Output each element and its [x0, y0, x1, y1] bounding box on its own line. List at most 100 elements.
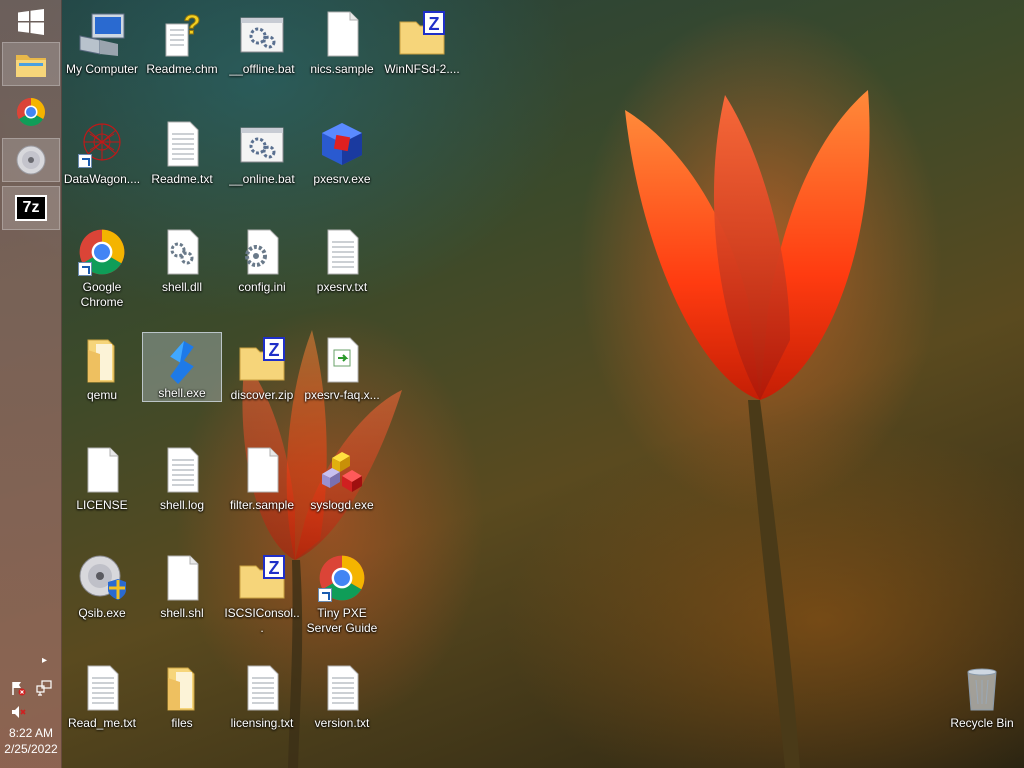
text-file-icon — [327, 665, 359, 711]
desktop-icon-shell-shl[interactable]: shell.shl — [142, 548, 222, 652]
desktop-icon-label: Tiny PXE Server Guide — [306, 606, 378, 635]
desktop-icon-label: Google Chrome — [80, 280, 124, 309]
desktop-icon-label: qemu — [86, 388, 118, 402]
recycle-bin-icon — [967, 668, 997, 711]
desktop-icon-license[interactable]: LICENSE — [62, 440, 142, 544]
zip-letter: Z — [269, 558, 280, 578]
desktop-icon-version-txt[interactable]: version.txt — [302, 658, 382, 762]
desktop-icon-pxesrv-txt[interactable]: pxesrv.txt — [302, 222, 382, 326]
desktop-icon-label: pxesrv-faq.x... — [304, 388, 380, 402]
windows-logo-icon — [18, 9, 44, 35]
desktop-icon-label: syslogd.exe — [310, 498, 374, 512]
disc-shield-icon — [79, 555, 126, 600]
settings-file-icon — [245, 229, 279, 275]
desktop-icon-label: __online.bat — [229, 172, 295, 186]
zip-letter: Z — [269, 340, 280, 360]
desktop-icon-config-ini[interactable]: config.ini — [222, 222, 302, 326]
desktop-icon-label: version.txt — [314, 716, 370, 730]
desktop-icon-my-computer[interactable]: My Computer — [62, 4, 142, 108]
desktop-icon-label: filter.sample — [229, 498, 295, 512]
desktop-icon-label: pxesrv.txt — [316, 280, 368, 294]
desktop-icon-files[interactable]: files — [142, 658, 222, 762]
desktop-icon-pxesrv-faq[interactable]: pxesrv-faq.x... — [302, 330, 382, 434]
text-file-icon — [327, 229, 359, 275]
tray-icons-row-1 — [10, 680, 52, 696]
desktop-icon-qemu[interactable]: qemu — [62, 330, 142, 434]
desktop-icon-offline-bat[interactable]: __offline.bat — [222, 4, 302, 108]
cube-app-icon — [322, 123, 362, 165]
taskbar: 7z ▸ 8:22 AM 2/25/2022 — [0, 0, 62, 768]
desktop-icon-google-chrome[interactable]: Google Chrome — [62, 222, 142, 326]
desktop-icon-label: Read_me.txt — [67, 716, 137, 730]
desktop-icon-label: My Computer — [65, 62, 139, 76]
blocks-app-icon — [322, 452, 362, 492]
zip-folder-icon: Z — [399, 11, 445, 55]
help-file-icon: ? — [165, 10, 201, 57]
batch-file-icon — [240, 127, 284, 163]
text-file-icon — [167, 121, 199, 167]
desktop-icon-discover-zip[interactable]: Z discover.zip — [222, 330, 302, 434]
desktop-icon-label: config.ini — [238, 280, 286, 294]
shortcut-arrow-icon — [78, 262, 92, 276]
desktop-icon-nics-sample[interactable]: nics.sample — [302, 4, 382, 108]
desktop-icon-tiny-pxe-guide[interactable]: Tiny PXE Server Guide — [302, 548, 382, 652]
taskbar-file-explorer[interactable] — [2, 42, 60, 86]
tray-expand-arrow[interactable]: ▸ — [42, 655, 47, 666]
desktop-icon-recycle-bin[interactable]: Recycle Bin — [942, 658, 1022, 762]
desktop-icon-syslogd-exe[interactable]: syslogd.exe — [302, 440, 382, 544]
zip-letter: Z — [429, 14, 440, 34]
disc-icon — [16, 145, 46, 175]
desktop-icon-shell-log[interactable]: shell.log — [142, 440, 222, 544]
desktop-icon-datawagon[interactable]: DataWagon.... — [62, 114, 142, 218]
7zip-icon: 7z — [15, 195, 47, 221]
shortcut-arrow-icon — [318, 588, 332, 602]
desktop-icon-label: WinNFSd-2.... — [384, 62, 460, 76]
desktop-icon-readme-chm[interactable]: ? Readme.chm — [142, 4, 222, 108]
desktop-icon-label: LICENSE — [76, 498, 128, 512]
folder-icon — [167, 667, 195, 711]
desktop-icon-qsib[interactable]: Qsib.exe — [62, 548, 142, 652]
desktop-icon-label: Recycle Bin — [950, 716, 1014, 730]
7zip-icon-label: 7z — [22, 199, 40, 216]
desktop-icon-iscsiconsole[interactable]: Z ISCSIConsol... — [222, 548, 302, 652]
desktop-icon-label: discover.zip — [230, 388, 294, 402]
blank-file-icon — [247, 447, 279, 493]
desktop-icon-filter-sample[interactable]: filter.sample — [222, 440, 302, 544]
svg-text:?: ? — [183, 10, 200, 40]
desktop-icon-label: shell.exe — [158, 386, 206, 400]
desktop-icon-winnfsd[interactable]: Z WinNFSd-2.... — [382, 4, 462, 108]
desktop-icon-label: shell.shl — [160, 606, 204, 620]
taskbar-cd-drive[interactable] — [2, 138, 60, 182]
text-file-icon — [247, 665, 279, 711]
desktop-icon-read-me-txt[interactable]: Read_me.txt — [62, 658, 142, 762]
desktop-icon-label: ISCSIConsol... — [224, 606, 300, 635]
flag-error-icon[interactable] — [10, 680, 26, 696]
clock-date[interactable]: 2/25/2022 — [0, 742, 62, 757]
text-file-icon — [167, 447, 199, 493]
blank-file-icon — [167, 555, 199, 601]
clock-time[interactable]: 8:22 AM — [0, 726, 62, 741]
batch-file-icon — [240, 17, 284, 53]
desktop-icon-label: Readme.txt — [151, 172, 213, 186]
desktop-icon-online-bat[interactable]: __online.bat — [222, 114, 302, 218]
taskbar-7zip[interactable]: 7z — [2, 186, 60, 230]
desktop-icon-label: licensing.txt — [230, 716, 294, 730]
desktop-icon-licensing-txt[interactable]: licensing.txt — [222, 658, 302, 762]
speaker-muted-icon[interactable] — [10, 704, 26, 720]
start-button[interactable] — [2, 0, 60, 44]
desktop-icon-readme-txt[interactable]: Readme.txt — [142, 114, 222, 218]
settings-file-icon — [167, 229, 199, 275]
network-icon[interactable] — [36, 680, 52, 696]
folder-icon — [87, 339, 115, 383]
text-file-icon — [87, 665, 119, 711]
taskbar-chrome[interactable] — [2, 90, 60, 134]
desktop-icon-label: nics.sample — [310, 62, 374, 76]
desktop-icon-shell-dll[interactable]: shell.dll — [142, 222, 222, 326]
desktop-icon-shell-exe[interactable]: shell.exe — [142, 332, 222, 402]
blank-file-icon — [327, 11, 359, 57]
desktop-icon-pxesrv-exe[interactable]: pxesrv.exe — [302, 114, 382, 218]
zip-folder-icon: Z — [239, 337, 285, 381]
desktop-icon-label: DataWagon.... — [63, 172, 141, 186]
desktop-icon-label: files — [171, 716, 193, 730]
shell-app-icon — [170, 340, 194, 385]
